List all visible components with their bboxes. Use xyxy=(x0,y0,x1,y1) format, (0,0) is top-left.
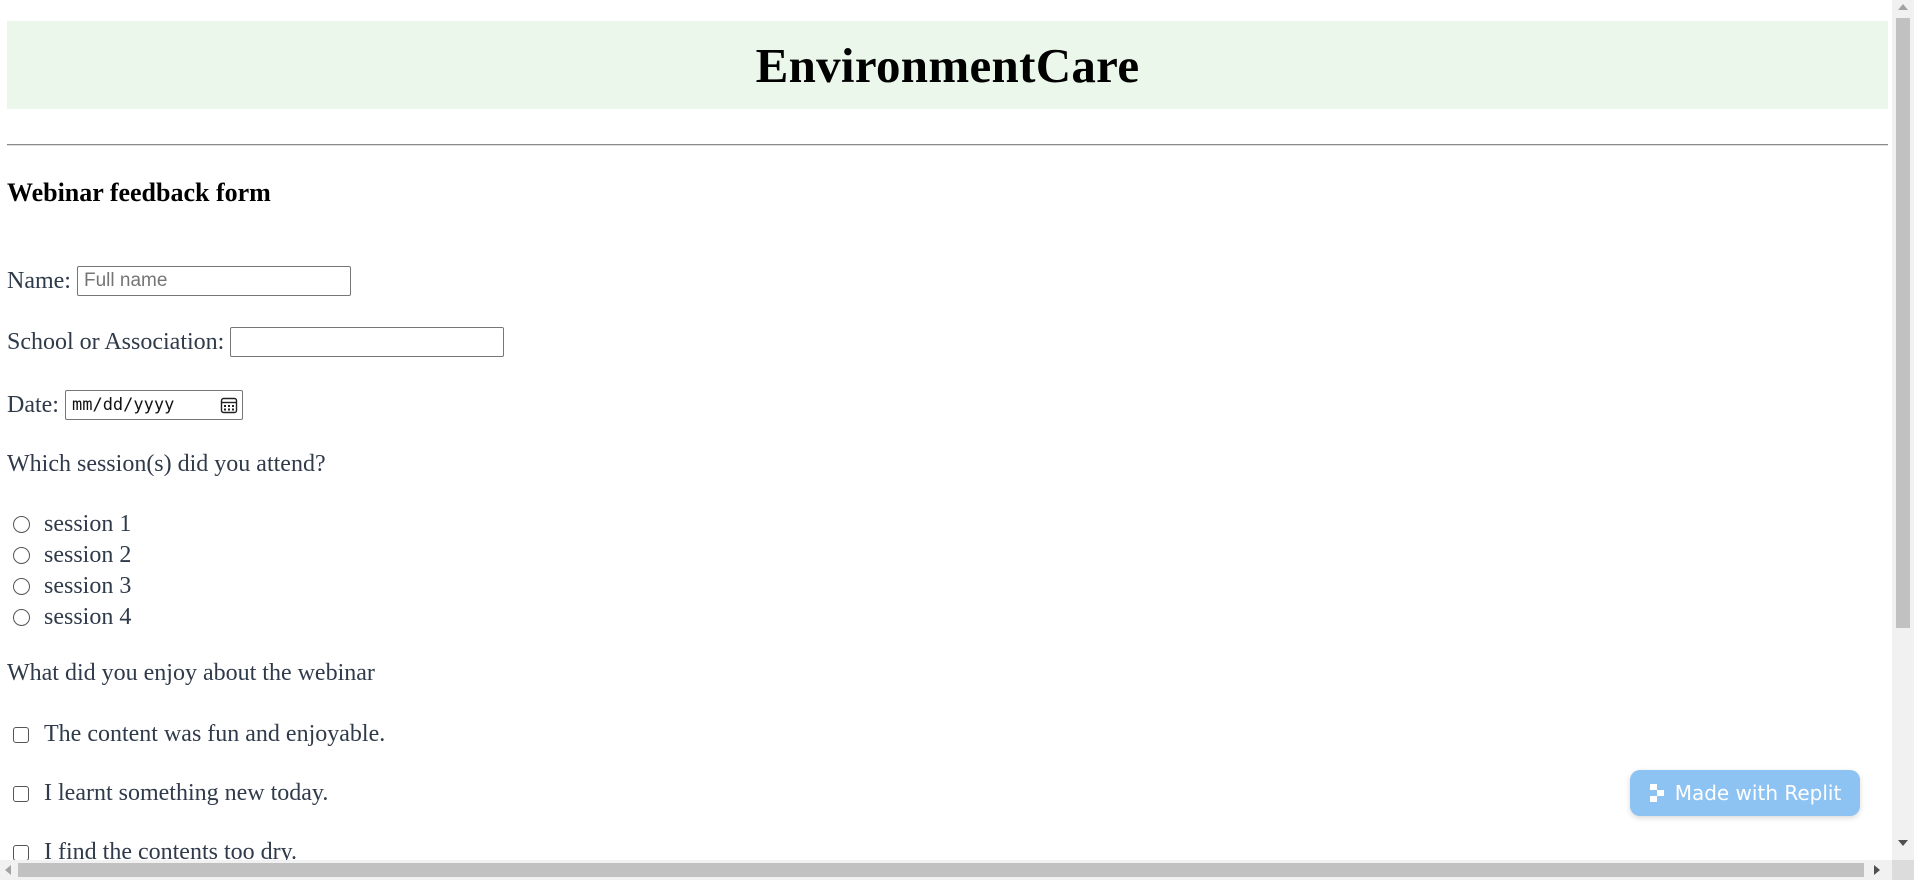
session-radio[interactable] xyxy=(13,516,30,533)
name-input[interactable] xyxy=(76,266,351,296)
enjoy-question: What did you enjoy about the webinar xyxy=(7,660,375,686)
scroll-left-icon[interactable] xyxy=(5,865,11,875)
date-input-value: mm/dd/yyyy xyxy=(71,395,175,415)
enjoy-label: I find the contents too dry. xyxy=(44,839,298,860)
calendar-icon[interactable] xyxy=(220,396,238,414)
replit-logo-icon xyxy=(1649,784,1664,802)
header-banner: EnvironmentCare xyxy=(7,21,1888,109)
session-radio[interactable] xyxy=(13,547,30,564)
enjoy-checkbox[interactable] xyxy=(13,844,29,860)
session-label: session 1 xyxy=(44,511,132,537)
enjoy-label: The content was fun and enjoyable. xyxy=(44,721,386,747)
session-option[interactable]: session 1 xyxy=(13,511,131,538)
session-label: session 2 xyxy=(44,542,132,568)
session-label: session 3 xyxy=(44,573,132,599)
school-label: School or Association: xyxy=(7,328,225,355)
scroll-right-icon[interactable] xyxy=(1874,865,1880,875)
session-radio[interactable] xyxy=(13,578,30,595)
vertical-scrollbar[interactable] xyxy=(1892,0,1914,860)
enjoy-option[interactable]: The content was fun and enjoyable. xyxy=(13,721,385,748)
date-row: Date: mm/dd/yyyy xyxy=(7,390,243,420)
sessions-question: Which session(s) did you attend? xyxy=(7,451,326,477)
horizontal-scroll-thumb[interactable] xyxy=(18,863,1864,877)
enjoy-checkbox[interactable] xyxy=(13,785,29,802)
enjoy-checkbox[interactable] xyxy=(13,726,29,743)
enjoy-label: I learnt something new today. xyxy=(44,780,329,806)
form-title: Webinar feedback form xyxy=(7,178,271,207)
date-input[interactable]: mm/dd/yyyy xyxy=(64,390,243,420)
enjoy-option[interactable]: I learnt something new today. xyxy=(13,780,328,807)
session-option[interactable]: session 2 xyxy=(13,542,131,569)
page-content: EnvironmentCare Webinar feedback form Na… xyxy=(7,0,1888,860)
date-label: Date: xyxy=(7,391,59,418)
session-option[interactable]: session 4 xyxy=(13,604,131,631)
badge-label: Made with Replit xyxy=(1674,781,1842,805)
horizontal-divider xyxy=(7,144,1888,146)
name-label: Name: xyxy=(7,267,71,294)
session-radio[interactable] xyxy=(13,609,30,626)
site-title: EnvironmentCare xyxy=(755,37,1140,93)
made-with-replit-badge[interactable]: Made with Replit xyxy=(1630,770,1860,816)
school-row: School or Association: xyxy=(7,327,505,357)
enjoy-option[interactable]: I find the contents too dry. xyxy=(13,839,297,860)
session-label: session 4 xyxy=(44,604,132,630)
session-option[interactable]: session 3 xyxy=(13,573,131,600)
vertical-scroll-thumb[interactable] xyxy=(1896,18,1910,628)
name-row: Name: xyxy=(7,266,351,296)
scroll-down-icon[interactable] xyxy=(1898,840,1908,846)
horizontal-scrollbar[interactable] xyxy=(0,860,1892,880)
school-input[interactable] xyxy=(230,327,505,357)
scrollbar-corner xyxy=(1892,860,1914,880)
scroll-up-icon[interactable] xyxy=(1898,4,1908,10)
